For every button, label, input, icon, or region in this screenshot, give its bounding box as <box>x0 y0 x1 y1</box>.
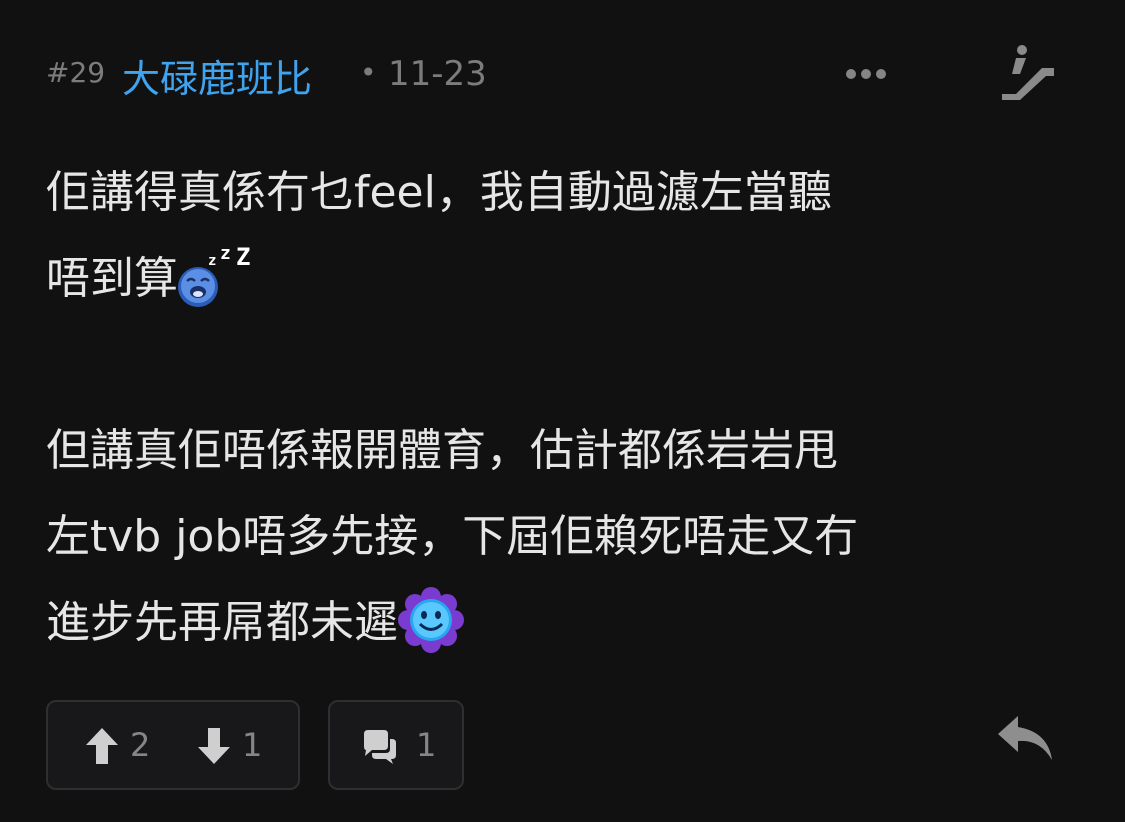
post-content: 佢講得真係冇乜feel，我自動過濾左當聽 唔到算 z z Z 但講真佢唔係報開體… <box>46 150 1086 666</box>
vote-group: 2 1 <box>46 700 300 790</box>
sleeping-face-emoji: z z Z <box>178 243 250 307</box>
ellipsis-icon <box>876 69 886 79</box>
post-time: 11-23 <box>388 54 487 94</box>
comment-button[interactable]: 1 <box>328 700 464 790</box>
svg-text:z: z <box>220 243 231 264</box>
username-link[interactable]: 大碌鹿班比 <box>122 48 312 103</box>
downvote-count: 1 <box>242 726 263 764</box>
comment-count: 1 <box>416 726 437 764</box>
escalator-icon[interactable] <box>998 44 1058 100</box>
content-line: 佢講得真係冇乜feel，我自動過濾左當聽 <box>46 167 832 218</box>
arrow-up-icon[interactable] <box>86 728 118 764</box>
content-line: 但講真佢唔係報開體育，估計都係岩岩甩 <box>46 425 838 476</box>
post-actions: 2 1 1 <box>46 700 1086 790</box>
meta-separator: • <box>360 56 377 89</box>
ellipsis-icon <box>861 69 871 79</box>
upvote-count: 2 <box>130 726 151 764</box>
floor-number: #29 <box>46 56 106 89</box>
svg-text:z: z <box>208 253 216 269</box>
ellipsis-icon <box>846 69 856 79</box>
post-header: #29 大碌鹿班比 • 11-23 <box>46 44 1076 103</box>
smiling-flower-emoji <box>398 587 464 653</box>
content-line: 左tvb job唔多先接，下屆佢賴死唔走又冇 <box>46 511 859 562</box>
reply-icon[interactable] <box>996 710 1056 766</box>
content-line: 進步先再屌都未遲 <box>46 580 1086 666</box>
chat-bubble-icon <box>364 730 396 764</box>
more-options-button[interactable] <box>834 54 898 94</box>
svg-text:Z: Z <box>236 243 250 271</box>
arrow-down-icon[interactable] <box>198 728 230 764</box>
content-line: 唔到算 z z Z <box>46 236 1086 322</box>
